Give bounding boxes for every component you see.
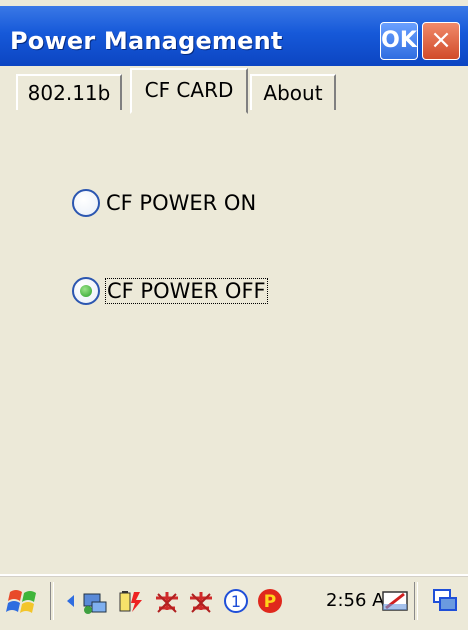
tab-cf-card[interactable]: CF CARD: [130, 68, 248, 114]
svg-text:1: 1: [231, 592, 241, 611]
radio-button-selected[interactable]: [72, 277, 100, 305]
network-icon[interactable]: [80, 584, 110, 618]
desktop-icon[interactable]: [430, 584, 462, 618]
radio-cf-power-on[interactable]: CF POWER ON: [72, 186, 256, 220]
ok-button[interactable]: OK: [380, 22, 418, 60]
close-button[interactable]: ×: [422, 22, 460, 60]
p-icon[interactable]: P: [256, 584, 284, 618]
input-panel-icon[interactable]: [380, 584, 412, 618]
radio-dot: [80, 285, 92, 297]
taskbar: 1 P 2:56 AM: [0, 574, 468, 627]
windows-flag-icon[interactable]: [6, 584, 40, 618]
number-one-icon[interactable]: 1: [222, 584, 250, 618]
window-title: Power Management: [10, 27, 283, 55]
arrow-left-icon[interactable]: [64, 584, 78, 618]
taskbar-separator: [50, 582, 54, 620]
title-bar: Power Management OK ×: [0, 6, 468, 66]
tab-panel: CF POWER ON CF POWER OFF: [0, 110, 468, 574]
radio-label: CF POWER OFF: [105, 278, 268, 304]
radio-cf-power-off[interactable]: CF POWER OFF: [72, 274, 268, 308]
wireless-off-icon[interactable]: [186, 584, 216, 618]
radio-label: CF POWER ON: [106, 191, 257, 215]
tab-802-11b[interactable]: 802.11b: [16, 74, 122, 110]
battery-icon[interactable]: [114, 584, 148, 618]
taskbar-separator: [414, 582, 418, 620]
tab-strip: 802.11b CF CARD About: [0, 66, 468, 114]
radio-button-unselected[interactable]: [72, 189, 100, 217]
bluetooth-off-icon[interactable]: [152, 584, 182, 618]
svg-text:P: P: [264, 592, 276, 612]
tab-about[interactable]: About: [250, 74, 336, 110]
